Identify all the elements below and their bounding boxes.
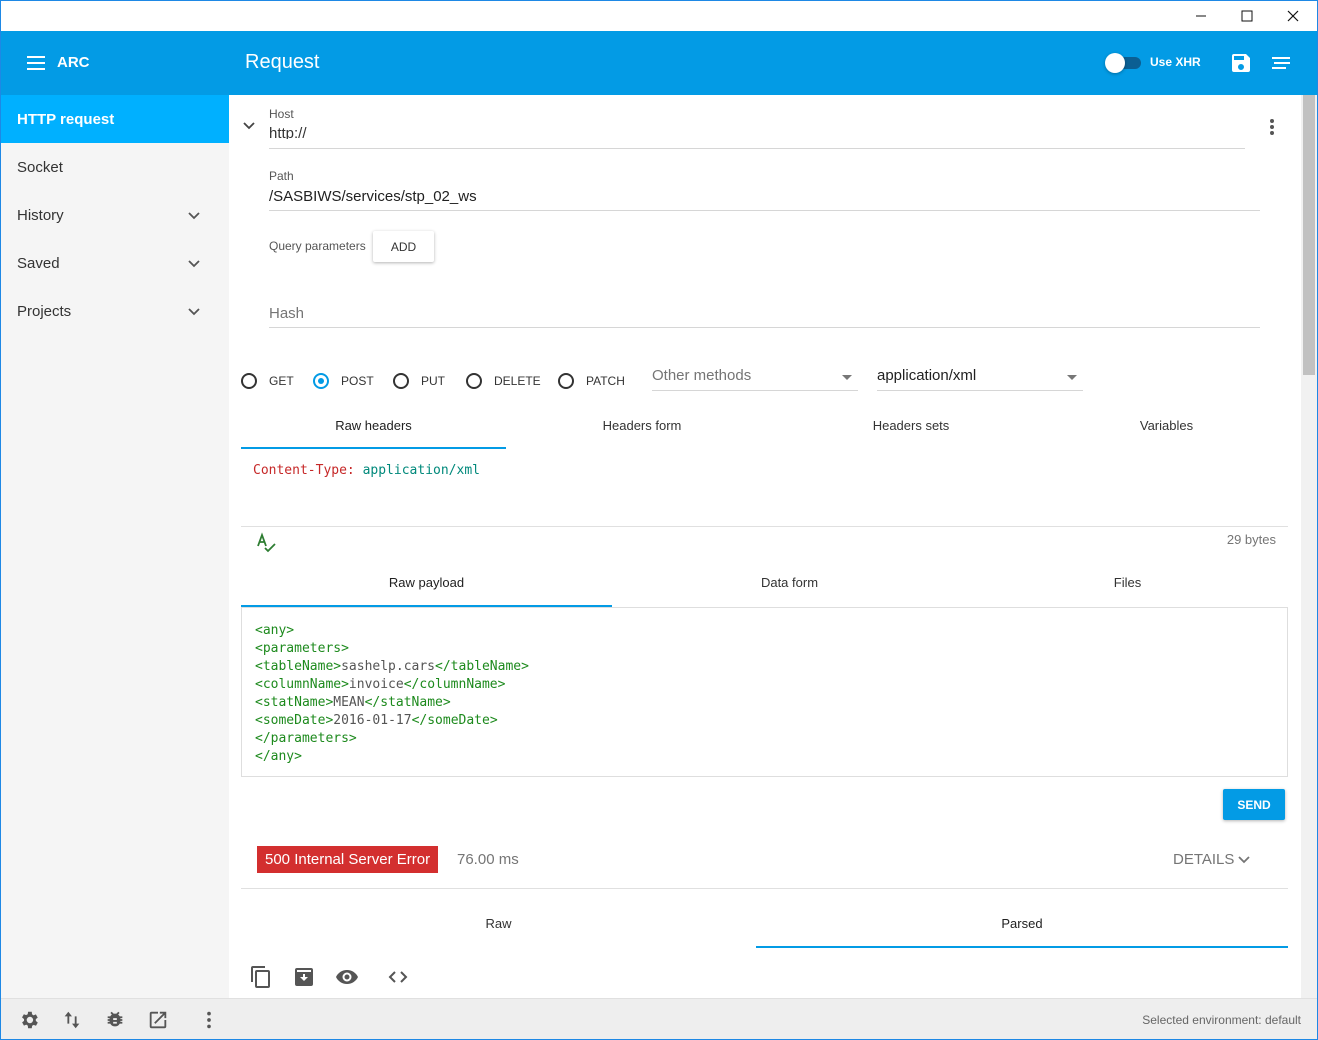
tab-headers-sets[interactable]: Headers sets bbox=[777, 418, 1045, 433]
send-button[interactable]: SEND bbox=[1223, 789, 1285, 820]
hash-input[interactable]: Hash bbox=[269, 305, 304, 322]
tab-variables[interactable]: Variables bbox=[1045, 418, 1288, 433]
sidebar-item-label: History bbox=[17, 206, 64, 224]
method-radio-get[interactable]: GET bbox=[241, 373, 294, 389]
tab-data-form[interactable]: Data form bbox=[612, 575, 967, 590]
window-titlebar bbox=[0, 0, 1318, 31]
bottom-toolbar: Selected environment: default bbox=[0, 998, 1318, 1040]
status-badge: 500 Internal Server Error bbox=[257, 846, 439, 873]
minimize-button[interactable] bbox=[1178, 0, 1224, 31]
raw-headers-editor[interactable]: Content-Type: application/xml bbox=[253, 463, 480, 478]
sidebar: HTTP request Socket History Saved Projec… bbox=[0, 95, 229, 998]
details-button[interactable]: DETAILS bbox=[1173, 851, 1251, 868]
content-type-select[interactable]: application/xml bbox=[877, 365, 1083, 391]
active-tab-indicator bbox=[756, 946, 1288, 948]
method-radio-post[interactable]: POST bbox=[313, 373, 374, 389]
sort-icon[interactable] bbox=[61, 1009, 83, 1031]
active-tab-indicator bbox=[241, 447, 506, 449]
method-radio-delete[interactable]: DELETE bbox=[466, 373, 541, 389]
path-label: Path bbox=[269, 169, 294, 183]
save-icon[interactable] bbox=[1229, 51, 1253, 75]
preview-icon[interactable] bbox=[335, 965, 359, 989]
tab-response-raw[interactable]: Raw bbox=[241, 916, 756, 931]
add-query-param-button[interactable]: ADD bbox=[373, 231, 434, 262]
tab-files[interactable]: Files bbox=[967, 575, 1288, 590]
more-vert-icon[interactable] bbox=[1260, 115, 1284, 139]
method-radio-put[interactable]: PUT bbox=[393, 373, 445, 389]
dropdown-arrow-icon bbox=[842, 375, 852, 380]
query-params-label: Query parameters bbox=[269, 239, 366, 253]
payload-line: <tableName>sashelp.cars</tableName> bbox=[255, 659, 529, 674]
host-input[interactable]: http:// bbox=[269, 125, 307, 139]
header-key: Content-Type: bbox=[253, 463, 355, 478]
code-icon[interactable] bbox=[386, 965, 410, 989]
payload-line: </any> bbox=[255, 749, 302, 764]
use-xhr-label: Use XHR bbox=[1150, 55, 1201, 69]
page-title: Request bbox=[245, 51, 320, 73]
headers-size: 29 bytes bbox=[1226, 532, 1276, 547]
payload-line: <statName>MEAN</statName> bbox=[255, 695, 451, 710]
dropdown-arrow-icon bbox=[1067, 375, 1077, 380]
raw-payload-editor[interactable]: <any> <parameters> <tableName>sashelp.cars… bbox=[241, 607, 1288, 777]
other-methods-select[interactable]: Other methods bbox=[652, 365, 858, 391]
close-icon bbox=[1287, 10, 1299, 21]
menu-icon[interactable] bbox=[27, 56, 45, 70]
chevron-down-icon[interactable] bbox=[187, 305, 201, 319]
payload-line: <any> bbox=[255, 623, 295, 638]
host-label: Host bbox=[269, 107, 294, 121]
environment-label: Selected environment: default bbox=[1142, 1013, 1301, 1027]
sidebar-item-label: Socket bbox=[17, 158, 63, 176]
sidebar-item-history[interactable]: History bbox=[0, 191, 229, 239]
copy-icon[interactable] bbox=[249, 965, 273, 989]
bug-icon[interactable] bbox=[104, 1009, 126, 1031]
scrollbar-thumb[interactable] bbox=[1303, 95, 1315, 375]
main-scrollbar[interactable] bbox=[1301, 95, 1318, 998]
chevron-down-icon bbox=[1238, 855, 1251, 863]
sidebar-item-saved[interactable]: Saved bbox=[0, 239, 229, 287]
save-icon[interactable] bbox=[292, 965, 316, 989]
request-panel: Host http:// Path /SASBIWS/services/stp_… bbox=[229, 95, 1301, 998]
app-header: ARC Request Use XHR bbox=[0, 31, 1318, 95]
use-xhr-toggle[interactable] bbox=[1105, 53, 1141, 73]
chevron-down-icon[interactable] bbox=[187, 257, 201, 271]
response-time: 76.00 ms bbox=[457, 851, 519, 868]
sidebar-item-socket[interactable]: Socket bbox=[0, 143, 229, 191]
sidebar-item-label: HTTP request bbox=[17, 110, 115, 128]
open-external-icon[interactable] bbox=[147, 1009, 169, 1031]
sidebar-item-label: Saved bbox=[17, 254, 60, 272]
path-input[interactable]: /SASBIWS/services/stp_02_ws bbox=[269, 188, 477, 205]
tab-raw-headers[interactable]: Raw headers bbox=[241, 418, 506, 433]
chevron-down-icon[interactable] bbox=[187, 209, 201, 223]
sidebar-item-http-request[interactable]: HTTP request bbox=[0, 95, 229, 143]
tab-headers-form[interactable]: Headers form bbox=[507, 418, 777, 433]
app-name: ARC bbox=[57, 54, 90, 71]
method-radio-patch[interactable]: PATCH bbox=[558, 373, 625, 389]
payload-line: <columnName>invoice</columnName> bbox=[255, 677, 506, 692]
maximize-icon bbox=[1241, 10, 1253, 21]
tab-raw-payload[interactable]: Raw payload bbox=[241, 575, 612, 590]
spellcheck-icon[interactable] bbox=[254, 532, 278, 556]
sidebar-item-projects[interactable]: Projects bbox=[0, 287, 229, 335]
payload-line: <parameters> bbox=[255, 641, 349, 656]
collapse-url-icon[interactable] bbox=[242, 119, 256, 133]
close-button[interactable] bbox=[1270, 0, 1316, 31]
more-vert-icon[interactable] bbox=[198, 1009, 220, 1031]
tab-response-parsed[interactable]: Parsed bbox=[756, 916, 1288, 931]
payload-line: <someDate>2016-01-17</someDate> bbox=[255, 713, 498, 728]
maximize-button[interactable] bbox=[1224, 0, 1270, 31]
minimize-icon bbox=[1196, 15, 1206, 16]
header-value: application/xml bbox=[362, 463, 480, 478]
settings-icon[interactable] bbox=[18, 1009, 40, 1031]
sort-lines-icon[interactable] bbox=[1269, 51, 1293, 75]
sidebar-item-label: Projects bbox=[17, 302, 72, 320]
payload-line: </parameters> bbox=[255, 731, 357, 746]
